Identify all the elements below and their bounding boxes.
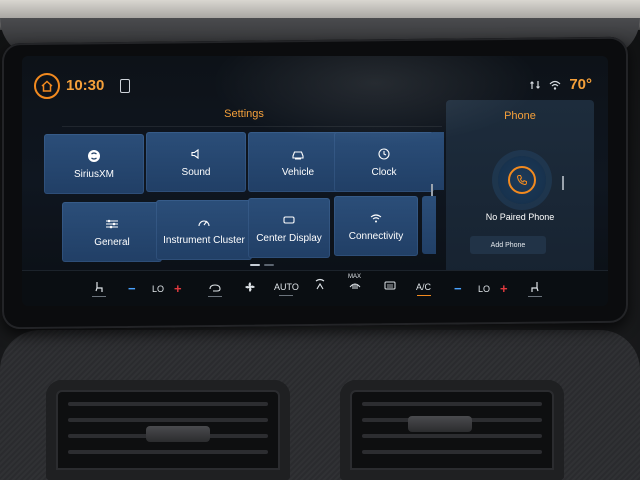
clock-time: 10:30	[66, 77, 105, 94]
right-air-vent	[340, 380, 564, 480]
recirculation-button[interactable]	[208, 283, 222, 297]
passenger-temp-value: LO	[478, 284, 491, 294]
status-bar: 10:30 70°	[22, 56, 608, 99]
data-transfer-icon	[530, 80, 541, 89]
vent-slat	[68, 418, 268, 422]
tile-label: General	[94, 236, 130, 248]
tile-clock[interactable]: Clock	[334, 132, 434, 192]
tile-general[interactable]: General	[62, 202, 162, 262]
tile-label: Sound	[181, 166, 211, 178]
siriusxm-icon	[87, 149, 101, 163]
level-indicator	[208, 296, 222, 297]
max-defrost-button[interactable]: MAX	[348, 274, 361, 290]
level-indicator	[92, 296, 106, 297]
driver-temp-up-button[interactable]: +	[174, 281, 182, 296]
vehicle-icon	[291, 147, 305, 161]
panel-scroll-handle[interactable]	[562, 176, 564, 190]
add-phone-button[interactable]: Add Phone	[470, 236, 546, 254]
tile-center-display[interactable]: Center Display	[248, 198, 330, 258]
level-indicator	[528, 296, 542, 297]
phone-panel: Phone No Paired Phone Add Phone	[446, 100, 594, 276]
level-indicator	[279, 295, 294, 296]
climate-person-icon	[315, 278, 325, 290]
fan-button[interactable]	[244, 281, 256, 293]
outside-temperature: 70°	[569, 76, 592, 93]
left-air-vent	[46, 380, 290, 480]
auto-label: AUTO	[274, 282, 299, 292]
max-defrost-icon	[349, 283, 360, 289]
home-button[interactable]	[34, 73, 60, 99]
passenger-temp-down-button[interactable]: −	[454, 281, 462, 296]
home-icon	[41, 80, 53, 92]
passenger-seat-heat-button[interactable]	[528, 281, 542, 297]
vent-slat	[362, 434, 542, 438]
phone-icon-ring	[508, 166, 536, 194]
tile-sound[interactable]: Sound	[146, 132, 246, 192]
sliders-icon	[105, 217, 119, 231]
climate-menu-button[interactable]	[312, 277, 328, 293]
tile-connectivity[interactable]: Connectivity	[334, 196, 418, 256]
driver-temp-down-button[interactable]: −	[128, 281, 136, 296]
carousel-scroll-handle[interactable]	[431, 184, 433, 196]
tile-label: Vehicle	[281, 166, 315, 178]
vent-slat	[68, 402, 268, 406]
ac-button[interactable]: A/C	[416, 282, 431, 296]
passenger-temp-up-button[interactable]: +	[500, 281, 508, 296]
vent-slat	[362, 402, 542, 406]
driver-temp-value: LO	[152, 284, 165, 294]
tile-partial-next-row2[interactable]	[422, 196, 436, 254]
wifi-icon	[370, 211, 382, 225]
page-indicator	[250, 264, 274, 266]
auto-button[interactable]: AUTO	[274, 282, 299, 296]
vent-adjust-knob[interactable]	[146, 426, 210, 442]
tile-partial-next[interactable]	[430, 132, 444, 190]
phone-panel-title: Phone	[504, 110, 536, 122]
ac-on-indicator	[416, 295, 431, 296]
vent-slat	[68, 450, 268, 454]
seat-heat-icon	[95, 282, 103, 292]
wifi-status-icon	[549, 80, 561, 90]
tile-label: SiriusXM	[73, 168, 114, 180]
phone-button[interactable]	[498, 156, 546, 204]
vent-adjust-knob[interactable]	[408, 416, 472, 432]
tile-label: Clock	[371, 166, 397, 178]
display-icon	[283, 213, 295, 227]
tile-label: Instrument Cluster	[163, 234, 245, 246]
driver-seat-heat-button[interactable]	[92, 281, 106, 297]
rear-defrost-icon	[384, 281, 396, 290]
page-dot	[264, 264, 274, 266]
clock-icon	[378, 147, 390, 161]
gauge-icon	[197, 215, 211, 229]
infotainment-screen: 10:30 70° Settings SiriusXM Sound Vehicl…	[22, 56, 608, 306]
ac-label: A/C	[416, 282, 432, 292]
recirculation-icon	[209, 284, 221, 292]
fan-icon	[245, 282, 255, 292]
speaker-icon	[190, 147, 202, 161]
tile-label: Center Display	[256, 232, 322, 244]
vent-slat	[362, 450, 542, 454]
status-icons: 70°	[529, 76, 592, 93]
rear-defrost-button[interactable]	[384, 281, 396, 291]
climate-bar: − LO + AUTO MAX A/C − LO +	[22, 270, 608, 306]
tile-label: Connectivity	[348, 230, 404, 242]
phone-status-icon[interactable]	[120, 79, 130, 93]
title-divider	[62, 126, 442, 127]
page-dot-active	[250, 264, 260, 266]
tile-instrument-cluster[interactable]: Instrument Cluster	[156, 200, 252, 260]
settings-title: Settings	[224, 108, 264, 120]
phone-status-text: No Paired Phone	[485, 212, 555, 222]
tile-vehicle[interactable]: Vehicle	[248, 132, 348, 192]
seat-heat-icon	[531, 282, 539, 292]
phone-icon	[516, 175, 527, 186]
tile-siriusxm[interactable]: SiriusXM	[44, 134, 144, 194]
